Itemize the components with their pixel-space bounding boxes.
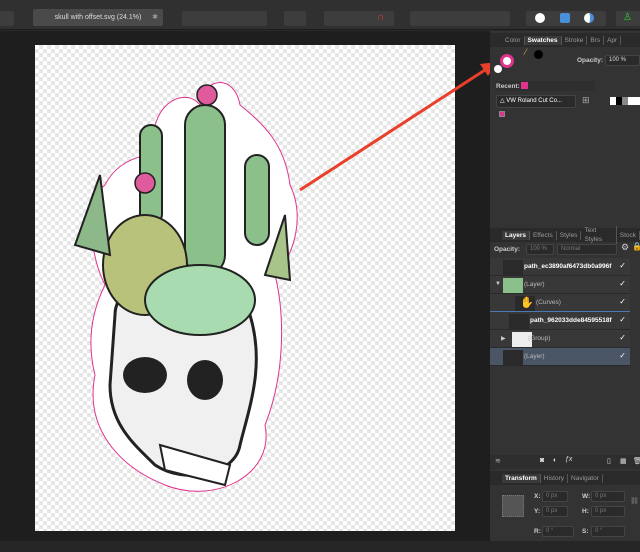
layer-row-selected[interactable]: (Layer) ✓ [490, 348, 630, 366]
gear-icon[interactable]: ⚙ [621, 242, 629, 253]
y-label: Y: [534, 508, 541, 515]
tab-styles[interactable]: Styles [557, 230, 582, 240]
blend-mode-select[interactable]: Normal [557, 244, 617, 255]
tab-history[interactable]: History [541, 473, 569, 483]
layer-row[interactable]: ▼ (Layer) ✓ [490, 276, 630, 294]
recent-swatch[interactable] [521, 82, 528, 89]
h-field[interactable]: 0 px [591, 506, 625, 517]
layer-opacity-label: Opacity: [494, 246, 521, 253]
tab-navigator[interactable]: Navigator [568, 473, 603, 483]
opacity-label: Opacity: [577, 57, 604, 64]
tab-effects[interactable]: Effects [530, 230, 557, 240]
hand-cursor-icon: ✋ [520, 297, 534, 309]
layer-thumbnail [503, 260, 523, 275]
tab-text-styles[interactable]: Text Styles [581, 226, 617, 244]
visibility-checkbox[interactable]: ✓ [619, 279, 626, 288]
layer-thumbnail [503, 350, 523, 365]
right-panel: Color Swatches Stroke Brs Apr ⁄ Opacity:… [490, 31, 640, 541]
anchor-selector[interactable] [502, 495, 524, 517]
eyedropper-icon[interactable]: ⁄ [525, 47, 527, 57]
layer-row[interactable]: path_ec3890af6473db0a996f ✓ [490, 258, 630, 276]
link-icon[interactable]: ⛓ [630, 497, 639, 505]
layer-name: (Group) [528, 335, 551, 342]
tab-appearance[interactable]: Apr [604, 35, 622, 45]
recent-label: Recent: [496, 83, 520, 90]
lock-icon[interactable]: 🔒 [632, 242, 640, 251]
tab-brushes[interactable]: Brs [587, 35, 605, 45]
color-panel-tabs: Color Swatches Stroke Brs Apr [490, 33, 640, 47]
visibility-checkbox[interactable]: ✓ [619, 261, 626, 270]
layer-thumbnail: ✋ [515, 296, 535, 311]
layer-name: path_962033dde84595518f [530, 317, 612, 324]
rotation-label: R: [534, 528, 541, 535]
w-label: W: [582, 493, 591, 500]
palette-name: VW Roland Cut Co... [506, 98, 562, 104]
palette-select[interactable]: △ VW Roland Cut Co... [496, 95, 576, 108]
swatch-strip[interactable] [610, 97, 640, 105]
fx-icon[interactable]: ƒx [565, 456, 572, 463]
status-bar [0, 541, 640, 552]
mask-icon[interactable]: ◙ [540, 457, 544, 464]
y-field[interactable]: 0 px [542, 506, 568, 517]
palette-swatch[interactable] [499, 111, 505, 117]
expand-triangle-icon[interactable]: ▼ [495, 281, 501, 287]
layer-name: path_ec3890af6473db0a996f [524, 263, 612, 270]
visibility-checkbox[interactable]: ✓ [619, 333, 626, 342]
tab-swatches[interactable]: Swatches [524, 35, 562, 45]
recent-row: Recent: [495, 81, 595, 91]
rotation-field[interactable]: 0 ° [542, 526, 574, 537]
adjustment-icon[interactable]: ◐ [553, 457, 557, 464]
black-swatch[interactable] [534, 50, 543, 59]
layer-name: (Layer) [524, 353, 545, 360]
layer-row[interactable]: ✋ (Curves) ✓ [490, 294, 630, 312]
opacity-field[interactable]: 100 % [605, 55, 640, 66]
w-field[interactable]: 0 px [591, 491, 625, 502]
expand-triangle-icon[interactable]: ▶ [501, 335, 506, 342]
visibility-checkbox[interactable]: ✓ [619, 297, 626, 306]
shear-field[interactable]: 0 ° [591, 526, 625, 537]
new-layer-icon[interactable]: ▯ [607, 457, 611, 465]
no-fill-icon[interactable] [494, 65, 502, 73]
trash-icon[interactable]: 🗑 [633, 457, 640, 465]
layer-row[interactable]: ▶ (Group) ✓ [490, 330, 630, 348]
layer-opacity-field[interactable]: 100 % [526, 244, 554, 255]
x-field[interactable]: 0 px [542, 491, 568, 502]
layer-thumbnail [503, 278, 523, 293]
shear-label: S: [582, 528, 589, 535]
layer-thumbnail [509, 314, 529, 329]
fill-color-well[interactable] [500, 54, 514, 68]
layers-panel-tabs: Layers Effects Styles Text Styles Stock [490, 226, 640, 244]
layers-stack-icon[interactable]: ≋ [495, 457, 501, 465]
transform-panel-tabs: Transform History Navigator [490, 471, 640, 485]
group-icon[interactable]: ▦ [620, 457, 627, 465]
layer-row[interactable]: path_962033dde84595518f ✓ [490, 312, 630, 330]
tab-color[interactable]: Color [502, 35, 525, 45]
tab-transform[interactable]: Transform [502, 473, 541, 483]
h-label: H: [582, 508, 589, 515]
visibility-checkbox[interactable]: ✓ [619, 351, 626, 360]
visibility-checkbox[interactable]: ✓ [619, 315, 626, 324]
x-label: X: [534, 493, 541, 500]
tab-stroke[interactable]: Stroke [562, 35, 588, 45]
palette-grid-icon[interactable]: ⊞ [582, 95, 590, 106]
layer-name: (Layer) [524, 281, 545, 288]
tab-layers[interactable]: Layers [502, 230, 530, 240]
layers-footer: ≋ ◙ ◐ ƒx ▯ ▦ 🗑 [490, 455, 640, 469]
tab-stock[interactable]: Stock [617, 230, 640, 240]
